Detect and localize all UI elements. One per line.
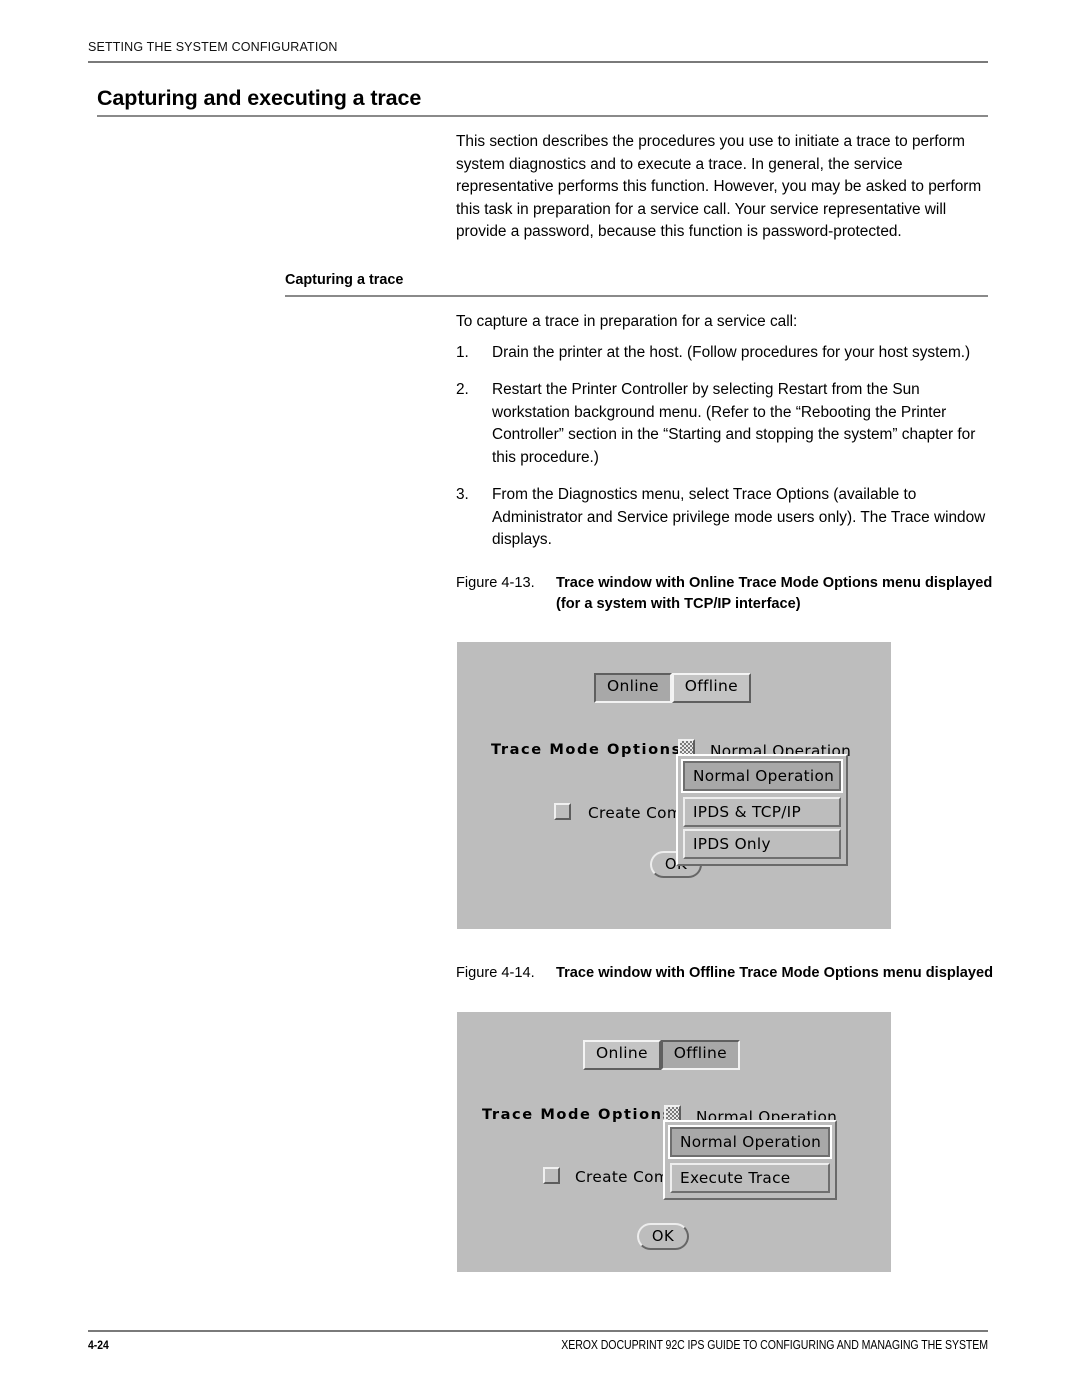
- title-rule: [97, 115, 988, 117]
- list-item: 1. Drain the printer at the host. (Follo…: [456, 342, 991, 365]
- trace-window-offline-screenshot: Online Offline Trace Mode Options Normal…: [457, 1012, 891, 1272]
- figure-title: Trace window with Offline Trace Mode Opt…: [556, 965, 994, 981]
- create-com-checkbox[interactable]: [554, 803, 571, 820]
- figure-number: Figure 4-13.: [456, 575, 535, 591]
- trace-mode-options-menu: Normal Operation Execute Trace: [663, 1120, 837, 1200]
- figure-caption-4-14: Figure 4-14. Trace window with Offline T…: [456, 963, 996, 984]
- menu-item-ipds-only[interactable]: IPDS Only: [683, 829, 841, 859]
- mode-toggle-group: Online Offline: [594, 673, 751, 703]
- menu-item-execute-trace[interactable]: Execute Trace: [670, 1163, 830, 1193]
- list-item-number: 1.: [456, 344, 469, 361]
- offline-toggle-button[interactable]: Offline: [660, 1040, 740, 1070]
- online-toggle-button[interactable]: Online: [583, 1040, 661, 1070]
- menu-item-normal-operation[interactable]: Normal Operation: [681, 759, 843, 793]
- mode-toggle-group: Online Offline: [583, 1040, 740, 1070]
- page-title: Capturing and executing a trace: [97, 86, 422, 110]
- online-toggle-button[interactable]: Online: [594, 673, 672, 703]
- trace-mode-options-menu: Normal Operation IPDS & TCP/IP IPDS Only: [676, 754, 848, 866]
- running-header-text: SETTING THE SYSTEM CONFIGURATION: [88, 40, 338, 54]
- menu-item-normal-operation[interactable]: Normal Operation: [668, 1125, 832, 1159]
- footer-title: XEROX DOCUPRINT 92C IPS GUIDE TO CONFIGU…: [561, 1338, 988, 1352]
- figure-title: Trace window with Online Trace Mode Opti…: [556, 575, 993, 612]
- intro-paragraph: This section describes the procedures yo…: [456, 133, 982, 241]
- figure-caption-4-13: Figure 4-13. Trace window with Online Tr…: [456, 573, 996, 614]
- create-com-checkbox[interactable]: [543, 1167, 560, 1184]
- trace-mode-options-label: Trace Mode Options: [482, 1106, 673, 1123]
- header-rule: [88, 61, 988, 63]
- list-item-text: Restart the Printer Controller by select…: [492, 381, 976, 466]
- trace-window-online-screenshot: Online Offline Trace Mode Options Normal…: [457, 642, 891, 929]
- list-item-number: 2.: [456, 381, 469, 399]
- menu-item-ipds-tcpip[interactable]: IPDS & TCP/IP: [683, 797, 841, 827]
- section-heading: Capturing a trace: [285, 272, 404, 288]
- list-item-text: Drain the printer at the host. (Follow p…: [492, 344, 971, 361]
- figure-number: Figure 4-14.: [456, 965, 535, 981]
- list-item-text: From the Diagnostics menu, select Trace …: [492, 485, 986, 549]
- procedure-list: 1. Drain the printer at the host. (Follo…: [456, 342, 991, 566]
- create-com-label: Create Com: [575, 1168, 670, 1186]
- list-item-number: 3.: [456, 485, 469, 503]
- running-header: SETTING THE SYSTEM CONFIGURATION: [88, 40, 988, 54]
- footer-rule: [88, 1330, 988, 1333]
- ok-button[interactable]: OK: [637, 1223, 689, 1250]
- section-lead-in: To capture a trace in preparation for a …: [456, 313, 798, 330]
- create-com-label: Create Com: [588, 804, 683, 822]
- section-rule: [285, 295, 988, 297]
- document-page: SETTING THE SYSTEM CONFIGURATION Capturi…: [0, 0, 1080, 1397]
- trace-mode-options-label: Trace Mode Options: [491, 741, 682, 758]
- offline-toggle-button[interactable]: Offline: [671, 673, 751, 703]
- list-item: 2. Restart the Printer Controller by sel…: [456, 379, 991, 469]
- footer-page-number: 4-24: [88, 1338, 109, 1352]
- list-item: 3. From the Diagnostics menu, select Tra…: [456, 484, 991, 552]
